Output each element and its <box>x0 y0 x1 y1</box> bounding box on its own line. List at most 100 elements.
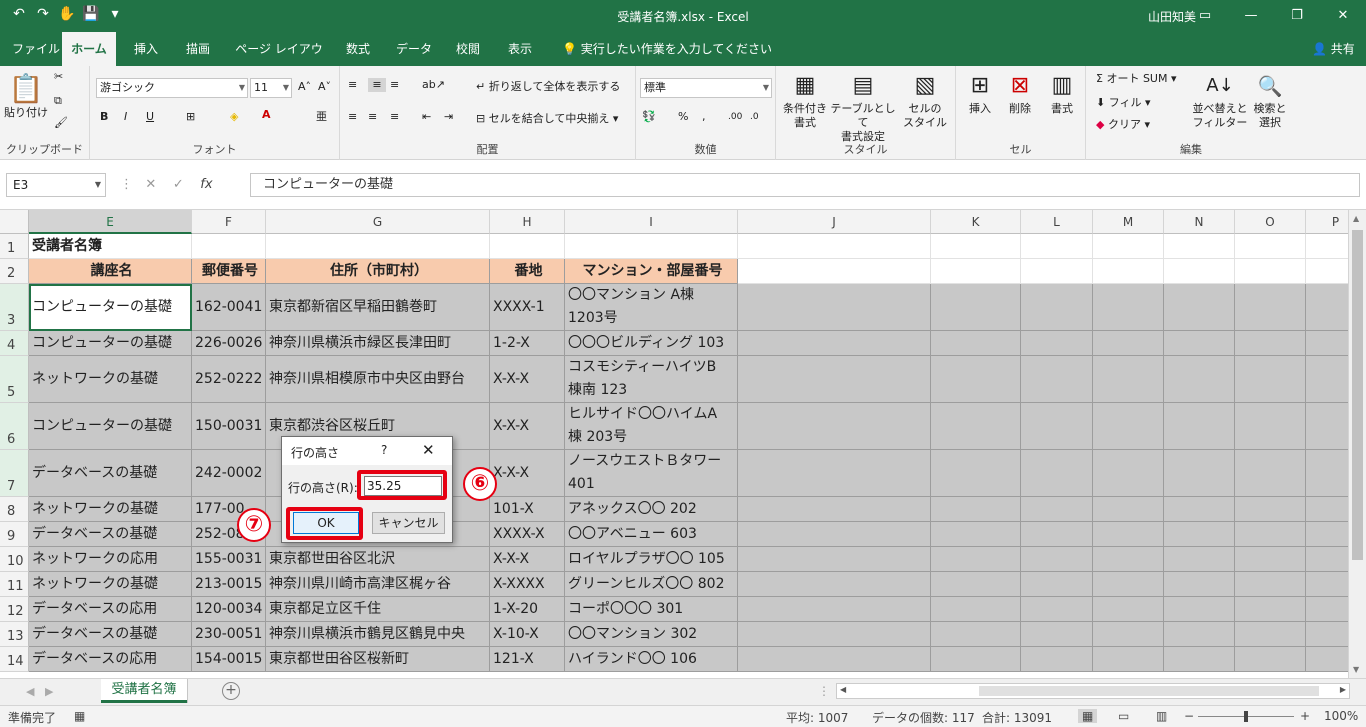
horizontal-scrollbar[interactable]: ◀ ▶ <box>836 683 1350 699</box>
ribbon-display-icon[interactable]: ▭ <box>1182 0 1228 32</box>
empty-cell[interactable] <box>1164 497 1235 522</box>
empty-cell[interactable] <box>1093 356 1164 403</box>
paste-button[interactable]: 📋 貼り付け <box>4 72 48 120</box>
vertical-scrollbar[interactable]: ▲ ▼ <box>1348 210 1366 678</box>
empty-cell[interactable] <box>1093 403 1164 450</box>
empty-cell[interactable] <box>1306 356 1348 403</box>
cell-E9[interactable]: データベースの基礎 <box>29 522 192 547</box>
scroll-left-icon[interactable]: ◀ <box>840 685 846 694</box>
empty-cell[interactable] <box>738 234 931 259</box>
cell-F11[interactable]: 213-0015 <box>192 572 266 597</box>
empty-cell[interactable] <box>931 597 1021 622</box>
empty-cell[interactable] <box>1164 622 1235 647</box>
italic-button[interactable]: I <box>124 110 127 124</box>
zoom-slider-thumb[interactable] <box>1244 711 1248 722</box>
empty-cell[interactable] <box>1021 259 1093 284</box>
copy-icon[interactable]: ⧉ <box>54 94 62 108</box>
fill-button[interactable]: ⬇ フィル ▾ <box>1096 96 1151 110</box>
column-header-F[interactable]: F <box>192 210 266 234</box>
empty-cell[interactable] <box>1235 597 1306 622</box>
cell-E1[interactable]: 受講者名簿 <box>29 234 192 259</box>
cell-G11[interactable]: 神奈川県川崎市高津区梶ヶ谷 <box>266 572 490 597</box>
row-header[interactable]: 10 <box>0 547 29 572</box>
tab-4[interactable]: ページ レイアウト <box>230 32 328 90</box>
empty-cell[interactable] <box>1306 403 1348 450</box>
empty-cell[interactable] <box>1306 497 1348 522</box>
wrap-text-button[interactable]: ↵ 折り返して全体を表示する <box>476 80 620 94</box>
column-header-N[interactable]: N <box>1164 210 1235 234</box>
column-header-J[interactable]: J <box>738 210 931 234</box>
shrink-font-icon[interactable]: A˅ <box>318 80 331 94</box>
page-layout-view-icon[interactable]: ▭ <box>1118 709 1129 723</box>
formula-input[interactable]: コンピューターの基礎 <box>250 173 1360 197</box>
decrease-indent-icon[interactable]: ⇤ <box>422 110 431 124</box>
empty-cell[interactable] <box>1164 331 1235 356</box>
column-header-I[interactable]: I <box>565 210 738 234</box>
font-name-combo[interactable]: 游ゴシック ▼ <box>96 78 248 98</box>
empty-cell[interactable] <box>738 522 931 547</box>
horizontal-scroll-thumb[interactable] <box>979 686 1319 696</box>
column-header-G[interactable]: G <box>266 210 490 234</box>
tab-6[interactable]: データ <box>390 32 438 66</box>
sort-filter-button[interactable]: A↓ 並べ替えと フィルター <box>1192 70 1248 130</box>
empty-cell[interactable] <box>1164 450 1235 497</box>
delete-cells-button[interactable]: ⊠ 削除 <box>1000 70 1040 116</box>
increase-decimal-icon[interactable]: .00 <box>728 110 742 124</box>
macro-record-icon[interactable]: ▦ <box>74 709 85 723</box>
tab-2[interactable]: 挿入 <box>124 32 168 66</box>
share-button[interactable]: 👤 共有 <box>1312 32 1355 66</box>
scroll-down-icon[interactable]: ▼ <box>1353 665 1359 674</box>
empty-cell[interactable] <box>1235 356 1306 403</box>
cell-H12[interactable]: 1-X-20 <box>490 597 565 622</box>
empty-cell[interactable] <box>1093 572 1164 597</box>
empty-cell[interactable] <box>1235 234 1306 259</box>
empty-cell[interactable] <box>1306 547 1348 572</box>
row-header[interactable]: 4 <box>0 331 29 356</box>
empty-cell[interactable] <box>738 597 931 622</box>
cell-I2[interactable]: マンション・部屋番号 <box>565 259 738 284</box>
underline-button[interactable]: U <box>146 110 154 124</box>
empty-cell[interactable] <box>738 547 931 572</box>
empty-cell[interactable] <box>1235 284 1306 331</box>
empty-cell[interactable] <box>931 547 1021 572</box>
empty-cell[interactable] <box>1164 597 1235 622</box>
empty-cell[interactable] <box>738 450 931 497</box>
empty-cell[interactable] <box>931 647 1021 672</box>
empty-cell[interactable] <box>1306 522 1348 547</box>
align-middle-icon[interactable]: ≡ <box>368 78 386 92</box>
cell-I14[interactable]: ハイランド〇〇 106 <box>565 647 738 672</box>
empty-cell[interactable] <box>1164 547 1235 572</box>
align-bottom-icon[interactable]: ≡ <box>390 78 399 92</box>
cell-F14[interactable]: 154-0015 <box>192 647 266 672</box>
empty-cell[interactable] <box>1021 497 1093 522</box>
vertical-scroll-thumb[interactable] <box>1352 230 1363 560</box>
decrease-decimal-icon[interactable]: .0 <box>750 110 759 124</box>
empty-cell[interactable] <box>1021 356 1093 403</box>
cell-G13[interactable]: 神奈川県横浜市鶴見区鶴見中央 <box>266 622 490 647</box>
cell-H7[interactable]: X-X-X <box>490 450 565 497</box>
sheet-tab-active[interactable]: 受講者名簿 <box>101 679 187 703</box>
tab-5[interactable]: 数式 <box>336 32 380 66</box>
close-icon[interactable]: ✕ <box>422 441 435 459</box>
cell-I10[interactable]: ロイヤルプラザ〇〇 105 <box>565 547 738 572</box>
cell-G3[interactable]: 東京都新宿区早稲田鶴巻町 <box>266 284 490 331</box>
enter-icon[interactable]: ✓ <box>173 177 184 192</box>
empty-cell[interactable] <box>1306 647 1348 672</box>
cell-E11[interactable]: ネットワークの基礎 <box>29 572 192 597</box>
row-header[interactable]: 2 <box>0 259 29 284</box>
cell-E10[interactable]: ネットワークの応用 <box>29 547 192 572</box>
empty-cell[interactable] <box>1306 284 1348 331</box>
cell-H4[interactable]: 1-2-X <box>490 331 565 356</box>
row-header[interactable]: 7 <box>0 450 29 497</box>
column-header-M[interactable]: M <box>1093 210 1164 234</box>
cell-G10[interactable]: 東京都世田谷区北沢 <box>266 547 490 572</box>
cell-G14[interactable]: 東京都世田谷区桜新町 <box>266 647 490 672</box>
empty-cell[interactable] <box>931 356 1021 403</box>
cell-F10[interactable]: 155-0031 <box>192 547 266 572</box>
borders-icon[interactable]: ⊞ <box>186 110 195 124</box>
cell-E13[interactable]: データベースの基礎 <box>29 622 192 647</box>
fill-color-icon[interactable]: ◈ <box>230 110 238 124</box>
empty-cell[interactable] <box>1164 234 1235 259</box>
empty-cell[interactable] <box>1164 572 1235 597</box>
row-header[interactable]: 6 <box>0 403 29 450</box>
